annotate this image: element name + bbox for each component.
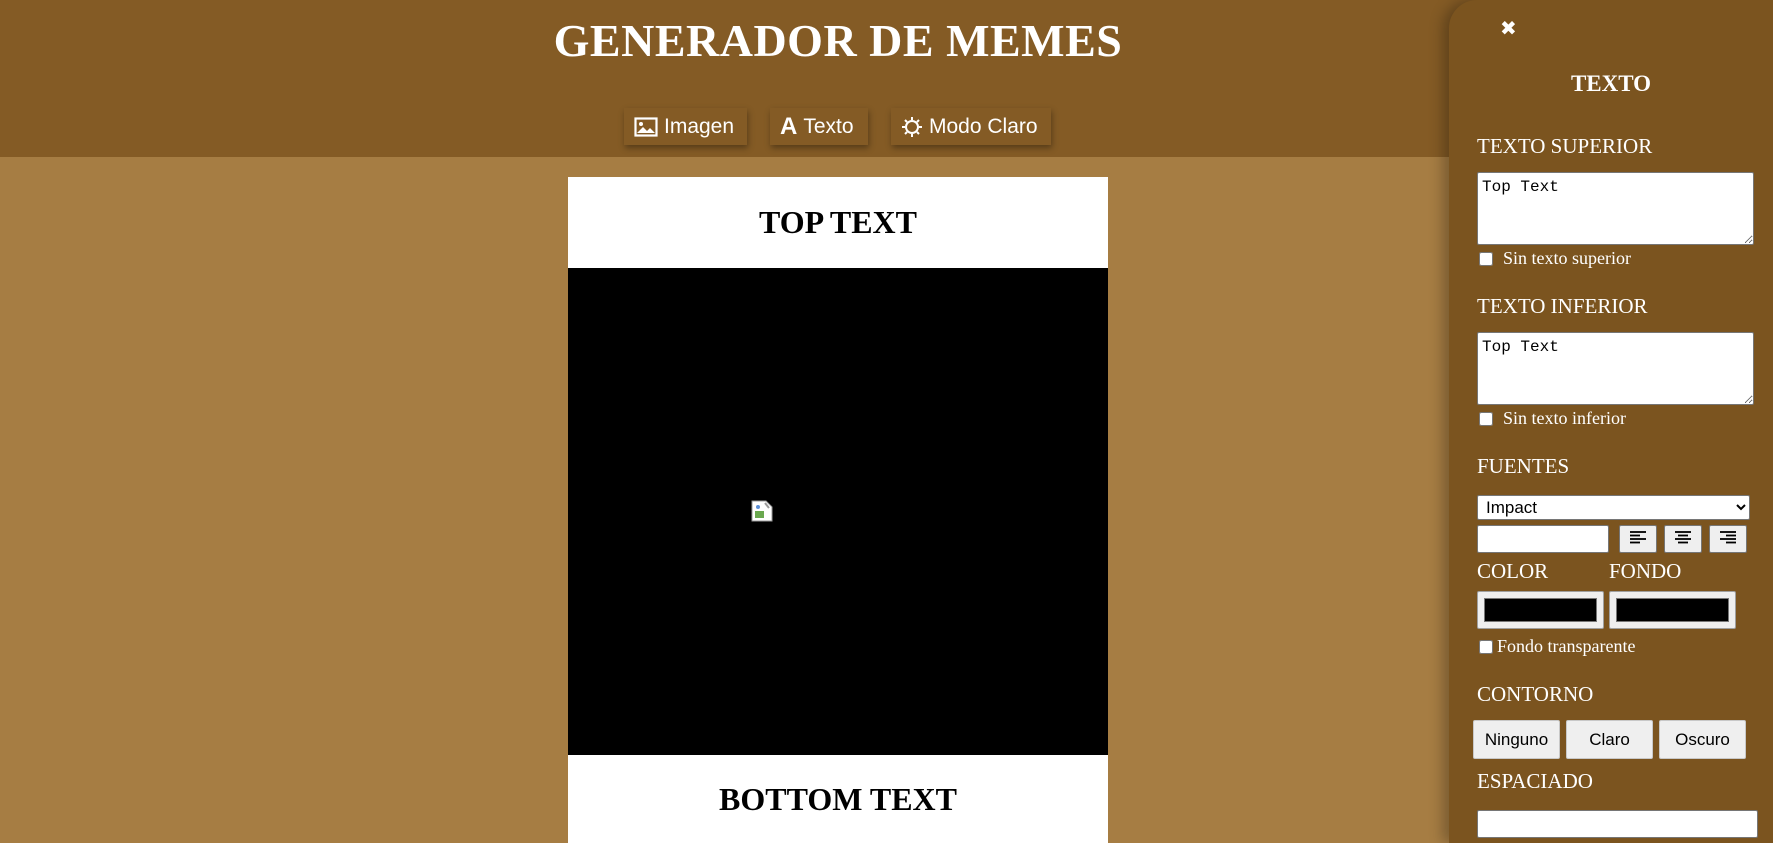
no-top-text-checkbox[interactable]: Sin texto superior xyxy=(1477,248,1631,269)
meme-image xyxy=(568,268,1108,755)
panel-title: TEXTO xyxy=(1570,71,1652,96)
align-left-button[interactable] xyxy=(1619,525,1657,553)
align-left-icon xyxy=(1629,530,1647,549)
spacing-input[interactable] xyxy=(1477,810,1758,838)
bottom-text-input[interactable]: Top Text xyxy=(1477,332,1754,405)
text-button-label: Texto xyxy=(803,114,854,138)
transparent-background-label: Fondo transparente xyxy=(1497,636,1636,656)
spacing-label: ESPACIADO xyxy=(1477,769,1593,793)
align-center-button[interactable] xyxy=(1664,525,1702,553)
background-label: FONDO xyxy=(1609,559,1682,583)
align-center-icon xyxy=(1674,530,1692,549)
no-top-text-check[interactable] xyxy=(1479,251,1493,266)
light-mode-button[interactable]: Modo Claro xyxy=(891,108,1051,145)
image-button-label: Imagen xyxy=(664,114,735,138)
meme-bottom-text: BOTTOM TEXT xyxy=(719,780,957,817)
outline-none-button[interactable]: Ninguno xyxy=(1473,720,1560,759)
font-size-input[interactable] xyxy=(1477,525,1609,553)
image-icon xyxy=(634,116,658,137)
color-label: COLOR xyxy=(1477,559,1549,583)
outline-label: CONTORNO xyxy=(1477,682,1594,706)
text-color-picker[interactable] xyxy=(1477,591,1604,629)
background-color-swatch xyxy=(1616,598,1729,622)
top-text-label: TEXTO SUPERIOR xyxy=(1477,134,1653,158)
no-bottom-text-checkbox[interactable]: Sin texto inferior xyxy=(1477,408,1626,429)
text-icon: A xyxy=(780,112,798,140)
image-button[interactable]: Imagen xyxy=(624,108,747,145)
page-title: GENERADOR DE MEMES xyxy=(553,15,1123,66)
outline-light-button[interactable]: Claro xyxy=(1566,720,1653,759)
meme-top-text: TOP TEXT xyxy=(759,204,917,240)
broken-image-icon xyxy=(751,500,773,522)
text-panel: ✖ TEXTO TEXTO SUPERIOR Top Text Sin text… xyxy=(1449,0,1773,843)
no-bottom-text-label: Sin texto inferior xyxy=(1503,408,1626,428)
fonts-label: FUENTES xyxy=(1477,454,1570,478)
bottom-text-label: TEXTO INFERIOR xyxy=(1477,294,1648,318)
no-top-text-label: Sin texto superior xyxy=(1503,248,1631,268)
no-bottom-text-check[interactable] xyxy=(1479,411,1493,426)
sun-icon xyxy=(901,116,923,138)
background-color-picker[interactable] xyxy=(1609,591,1736,629)
transparent-background-checkbox[interactable]: Fondo transparente xyxy=(1477,636,1635,657)
align-right-button[interactable] xyxy=(1709,525,1747,553)
close-icon[interactable]: ✖ xyxy=(1500,16,1517,40)
text-color-swatch xyxy=(1484,598,1597,622)
meme-container: TOP TEXT BOTTOM TEXT xyxy=(568,177,1108,843)
transparent-background-check[interactable] xyxy=(1479,639,1493,654)
align-right-icon xyxy=(1719,530,1737,549)
light-mode-label: Modo Claro xyxy=(929,114,1038,138)
text-button[interactable]: A Texto xyxy=(770,108,868,145)
font-select[interactable]: Impact xyxy=(1477,495,1750,520)
top-text-input[interactable]: Top Text xyxy=(1477,172,1754,245)
outline-dark-button[interactable]: Oscuro xyxy=(1659,720,1746,759)
